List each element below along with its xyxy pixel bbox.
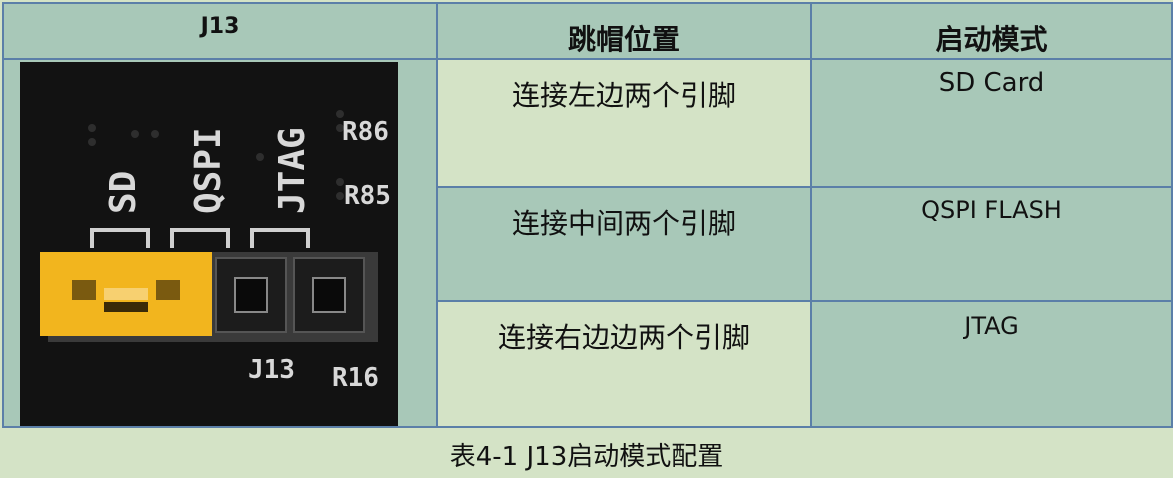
header-boot-mode: 启动模式: [810, 2, 1173, 60]
row-2-position-text: 连接中间两个引脚: [511, 207, 736, 240]
j13-board-photo: SD QSPI JTAG R86 R85 J13 R16: [20, 62, 398, 426]
row-3-mode: JTAG: [810, 300, 1173, 428]
label-sd: SD: [103, 171, 144, 214]
label-qspi: QSPI: [188, 127, 229, 214]
table-caption-text: 表4-1 J13启动模式配置: [449, 441, 724, 472]
row-2-mode-text: QSPI FLASH: [921, 196, 1062, 224]
label-j13: J13: [248, 355, 295, 385]
row-2-position: 连接中间两个引脚: [436, 186, 812, 302]
row-1-mode-text: SD Card: [938, 68, 1045, 98]
label-jtag: JTAG: [272, 127, 313, 214]
row-3-position: 连接右边边两个引脚: [436, 300, 812, 428]
row-3-mode-text: JTAG: [964, 312, 1019, 340]
board-illustration: SD QSPI JTAG R86 R85 J13 R16: [20, 62, 398, 426]
header-jumper-position: 跳帽位置: [436, 2, 812, 60]
header-boot-mode-label: 启动模式: [935, 23, 1048, 56]
row-1-position: 连接左边两个引脚: [436, 58, 812, 188]
row-2-mode: QSPI FLASH: [810, 186, 1173, 302]
header-jumper-position-label: 跳帽位置: [567, 23, 680, 56]
label-r16: R16: [332, 363, 379, 393]
row-1-mode: SD Card: [810, 58, 1173, 188]
header-j13: J13: [2, 2, 438, 60]
label-r86: R86: [342, 117, 389, 147]
label-r85: R85: [344, 181, 391, 211]
header-j13-label: J13: [200, 14, 240, 39]
table-caption: 表4-1 J13启动模式配置: [0, 430, 1173, 478]
jumper-cap: [40, 252, 212, 336]
row-3-position-text: 连接右边边两个引脚: [497, 321, 750, 354]
row-1-position-text: 连接左边两个引脚: [511, 79, 736, 112]
